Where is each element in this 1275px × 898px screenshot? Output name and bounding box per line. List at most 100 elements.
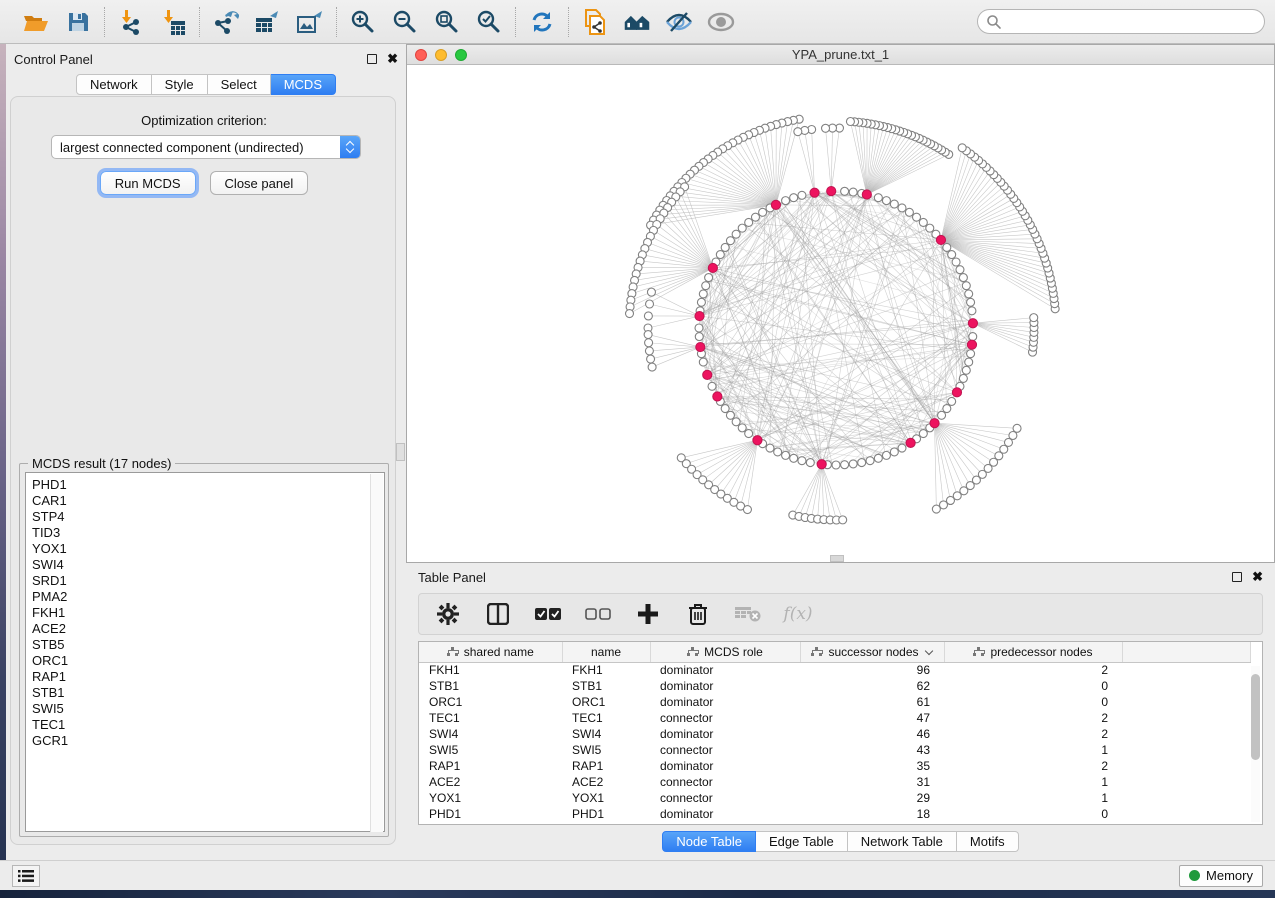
delete-icon[interactable]: [685, 601, 711, 627]
desktop-wallpaper-bottom: [0, 890, 1275, 898]
status-bar: Memory: [0, 860, 1275, 890]
clone-network-icon[interactable]: [581, 8, 609, 36]
zoom-in-icon[interactable]: [349, 8, 377, 36]
mcds-result-item[interactable]: SWI4: [32, 557, 384, 573]
tab-style[interactable]: Style: [152, 74, 208, 95]
mcds-result-item[interactable]: STB1: [32, 685, 384, 701]
float-panel-icon[interactable]: [367, 54, 377, 64]
mcds-result-item[interactable]: SWI5: [32, 701, 384, 717]
close-panel-button[interactable]: Close panel: [210, 171, 309, 195]
refresh-icon[interactable]: [528, 8, 556, 36]
search-icon: [986, 14, 1002, 30]
node-table: shared name name MCDS role successor nod…: [418, 641, 1263, 825]
col-filler: [1122, 642, 1251, 662]
criterion-select[interactable]: largest connected component (undirected): [51, 135, 361, 159]
horizontal-splitter-grip[interactable]: [830, 555, 844, 562]
mcds-result-item[interactable]: PMA2: [32, 589, 384, 605]
attribute-type-icon: [447, 647, 458, 656]
col-shared-name[interactable]: shared name: [419, 642, 562, 662]
import-network-icon[interactable]: [117, 8, 145, 36]
mcds-list-scrollbar[interactable]: [370, 474, 383, 832]
mcds-result-item[interactable]: YOX1: [32, 541, 384, 557]
export-network-icon[interactable]: [212, 8, 240, 36]
zoom-fit-icon[interactable]: [433, 8, 461, 36]
col-predecessor-nodes[interactable]: predecessor nodes: [944, 642, 1122, 662]
table-scrollbar-thumb[interactable]: [1251, 674, 1260, 760]
table-row[interactable]: YOX1YOX1connector291: [419, 790, 1251, 806]
table-row[interactable]: STB1STB1dominator620: [419, 678, 1251, 694]
float-table-panel-icon[interactable]: [1232, 572, 1242, 582]
table-row[interactable]: SWI5SWI5connector431: [419, 742, 1251, 758]
network-window-title: YPA_prune.txt_1: [407, 47, 1274, 62]
mcds-result-item[interactable]: PHD1: [32, 477, 384, 493]
tab-edge-table[interactable]: Edge Table: [756, 831, 848, 852]
control-panel-title: Control Panel: [14, 52, 93, 67]
delete-table-icon: [735, 601, 761, 627]
column-pane-icon[interactable]: [485, 601, 511, 627]
select-all-icon[interactable]: [535, 601, 561, 627]
save-icon[interactable]: [64, 8, 92, 36]
attribute-type-icon: [687, 647, 698, 656]
memory-button[interactable]: Memory: [1179, 865, 1263, 887]
table-tabbar: Node Table Edge Table Network Table Moti…: [662, 831, 1018, 852]
search-input[interactable]: [977, 9, 1265, 34]
mcds-result-item[interactable]: TEC1: [32, 717, 384, 733]
select-stepper-icon: [340, 136, 360, 158]
mcds-result-item[interactable]: ACE2: [32, 621, 384, 637]
network-canvas[interactable]: [407, 65, 1274, 562]
tab-motifs[interactable]: Motifs: [957, 831, 1019, 852]
hide-selected-icon[interactable]: [665, 8, 693, 36]
mcds-result-list[interactable]: PHD1CAR1STP4TID3YOX1SWI4SRD1PMA2FKH1ACE2…: [25, 472, 385, 832]
mcds-result-item[interactable]: FKH1: [32, 605, 384, 621]
mcds-result-item[interactable]: CAR1: [32, 493, 384, 509]
table-row[interactable]: ORC1ORC1dominator610: [419, 694, 1251, 710]
mcds-result-item[interactable]: STB5: [32, 637, 384, 653]
zoom-selected-icon[interactable]: [475, 8, 503, 36]
attribute-table[interactable]: shared name name MCDS role successor nod…: [419, 642, 1251, 822]
table-toolbar: f(x): [418, 593, 1263, 635]
deselect-all-icon[interactable]: [585, 601, 611, 627]
tab-node-table[interactable]: Node Table: [662, 831, 756, 852]
col-successor-nodes[interactable]: successor nodes: [800, 642, 944, 662]
table-row[interactable]: SWI4SWI4dominator462: [419, 726, 1251, 742]
vertical-splitter-grip[interactable]: [396, 443, 405, 461]
table-scrollbar[interactable]: [1251, 666, 1260, 822]
mcds-result-item[interactable]: TID3: [32, 525, 384, 541]
table-row[interactable]: ACE2ACE2connector311: [419, 774, 1251, 790]
mcds-result-item[interactable]: RAP1: [32, 669, 384, 685]
tab-mcds[interactable]: MCDS: [271, 74, 336, 95]
table-row[interactable]: PHD1PHD1dominator180: [419, 806, 1251, 822]
mcds-result-item[interactable]: ORC1: [32, 653, 384, 669]
tab-select[interactable]: Select: [208, 74, 271, 95]
table-row[interactable]: TEC1TEC1connector472: [419, 710, 1251, 726]
mcds-result-group: MCDS result (17 nodes) PHD1CAR1STP4TID3Y…: [19, 463, 389, 837]
memory-label: Memory: [1206, 868, 1253, 883]
tab-network-table[interactable]: Network Table: [848, 831, 957, 852]
open-folder-icon[interactable]: [22, 8, 50, 36]
table-row[interactable]: FKH1FKH1dominator962: [419, 662, 1251, 678]
col-mcds-role[interactable]: MCDS role: [650, 642, 800, 662]
close-panel-icon[interactable]: ✖: [387, 54, 398, 64]
export-image-icon[interactable]: [296, 8, 324, 36]
mcds-result-item[interactable]: GCR1: [32, 733, 384, 749]
import-table-icon[interactable]: [159, 8, 187, 36]
export-table-icon[interactable]: [254, 8, 282, 36]
run-mcds-button[interactable]: Run MCDS: [100, 171, 196, 195]
table-panel: Table Panel ✖: [406, 563, 1275, 860]
tab-network[interactable]: Network: [76, 74, 152, 95]
show-all-icon[interactable]: [707, 8, 735, 36]
table-header-row: shared name name MCDS role successor nod…: [419, 642, 1251, 662]
table-row[interactable]: RAP1RAP1dominator352: [419, 758, 1251, 774]
add-column-icon[interactable]: [635, 601, 661, 627]
table-panel-title: Table Panel: [418, 570, 486, 585]
network-window-titlebar[interactable]: YPA_prune.txt_1: [407, 45, 1274, 65]
first-neighbors-icon[interactable]: [623, 8, 651, 36]
zoom-out-icon[interactable]: [391, 8, 419, 36]
gear-icon[interactable]: [435, 601, 461, 627]
memory-status-icon: [1189, 870, 1200, 881]
task-history-button[interactable]: [12, 865, 40, 887]
mcds-result-item[interactable]: SRD1: [32, 573, 384, 589]
close-table-panel-icon[interactable]: ✖: [1252, 572, 1263, 582]
col-name[interactable]: name: [562, 642, 650, 662]
mcds-result-item[interactable]: STP4: [32, 509, 384, 525]
